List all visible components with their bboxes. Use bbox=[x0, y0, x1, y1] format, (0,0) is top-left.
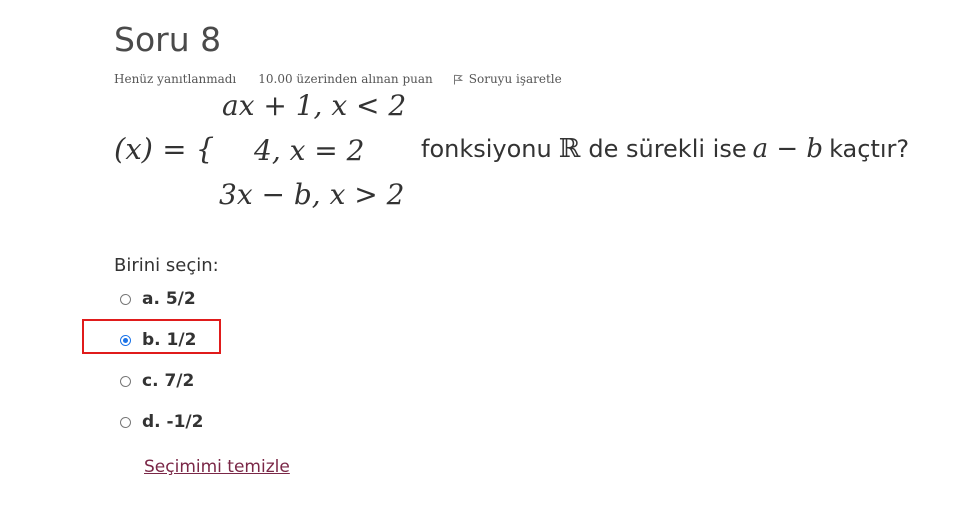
question-title: Soru 8 bbox=[114, 20, 222, 59]
clear-selection-link[interactable]: Seçimimi temizle bbox=[144, 457, 290, 477]
question-info: Henüz yanıtlanmadı 10.00 üzerinden alına… bbox=[114, 71, 562, 87]
selected-answer-highlight bbox=[82, 319, 221, 354]
reals-symbol: ℝ bbox=[558, 134, 581, 164]
answer-option-label: a. 5/2 bbox=[142, 289, 196, 309]
radio-button[interactable] bbox=[120, 416, 131, 428]
function-lhs: (x) = { bbox=[114, 132, 215, 166]
question-state: Henüz yanıtlanmadı bbox=[114, 72, 237, 86]
function-case-1: ax + 1, x < 2 bbox=[222, 89, 407, 122]
function-case-2: 4, x = 2 bbox=[254, 134, 365, 167]
function-case-3: 3x − b, x > 2 bbox=[219, 178, 405, 211]
answer-option-label: d. -1/2 bbox=[142, 412, 204, 432]
answer-option-d[interactable]: d. -1/2 bbox=[118, 409, 358, 435]
answer-option-label: c. 7/2 bbox=[142, 371, 195, 391]
question-text-part1: fonksiyonu bbox=[421, 135, 552, 163]
question-text: fonksiyonu ℝ de sürekli ise a − b kaçtır… bbox=[421, 134, 909, 164]
flag-question-label: Soruyu işaretle bbox=[468, 72, 562, 86]
answer-option-c[interactable]: c. 7/2 bbox=[118, 368, 358, 394]
question-expression: a − b bbox=[752, 134, 824, 164]
question-text-part2: de sürekli ise bbox=[588, 135, 747, 163]
question-grade: 10.00 üzerinden alınan puan bbox=[258, 72, 433, 86]
flag-icon bbox=[453, 74, 463, 84]
question-text-part3: kaçtır? bbox=[829, 135, 910, 163]
answer-prompt: Birini seçin: bbox=[114, 255, 219, 276]
answer-option-a[interactable]: a. 5/2 bbox=[118, 286, 358, 312]
flag-question-link[interactable]: Soruyu işaretle bbox=[453, 72, 562, 86]
radio-button[interactable] bbox=[120, 375, 131, 387]
radio-button[interactable] bbox=[120, 293, 131, 305]
